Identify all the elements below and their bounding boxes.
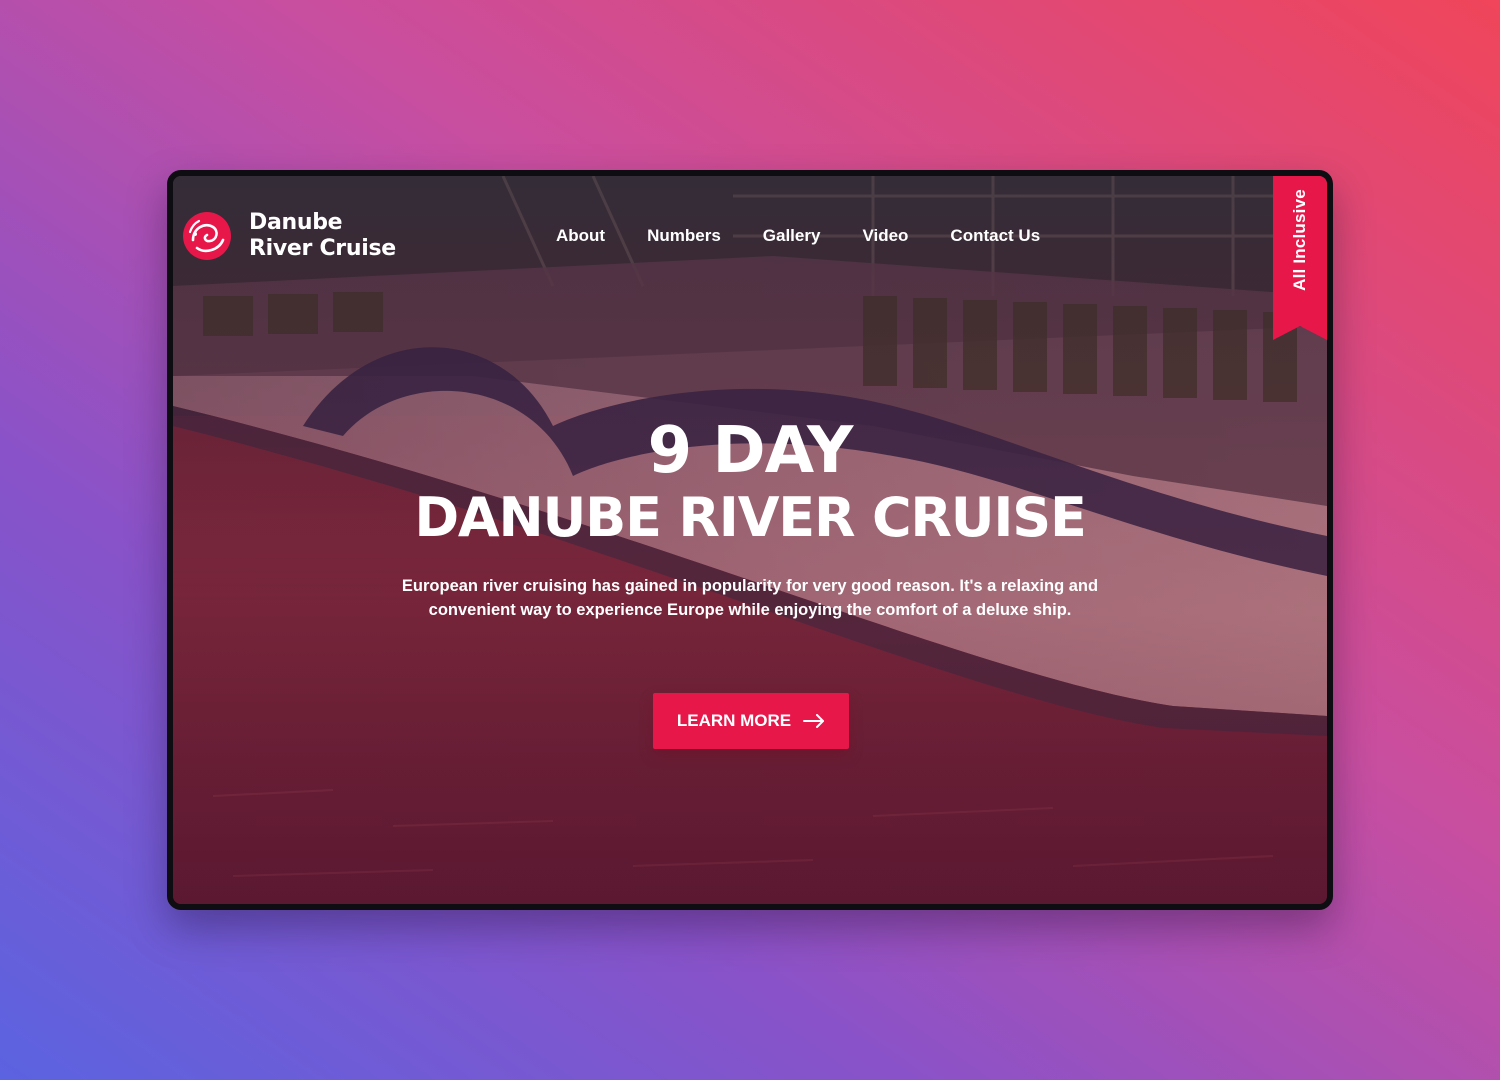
brand[interactable]: Danube River Cruise (181, 210, 409, 262)
arrow-right-icon (803, 714, 825, 728)
nav-item-numbers[interactable]: Numbers (647, 226, 721, 246)
nav-item-gallery[interactable]: Gallery (763, 226, 821, 246)
nav-item-about[interactable]: About (556, 226, 605, 246)
hero-content: 9 DAY DANUBE RIVER CRUISE European river… (173, 416, 1327, 622)
website-window: Danube River Cruise About Numbers Galler… (167, 170, 1333, 910)
hero-title-top: 9 DAY (647, 414, 854, 488)
brand-name: Danube River Cruise (249, 210, 396, 261)
learn-more-button[interactable]: LEARN MORE (653, 693, 849, 749)
nav-item-video[interactable]: Video (862, 226, 908, 246)
swirl-globe-icon (183, 212, 231, 260)
main-nav: About Numbers Gallery Video Contact Us (556, 226, 1082, 246)
hero-description: European river cruising has gained in po… (401, 577, 1099, 619)
all-inclusive-ribbon: All Inclusive (1273, 176, 1327, 340)
ribbon-label: All Inclusive (1290, 189, 1309, 291)
hero-title-main: DANUBE RIVER CRUISE (414, 486, 1087, 549)
learn-more-label: LEARN MORE (676, 711, 792, 730)
nav-item-contact-us[interactable]: Contact Us (950, 226, 1040, 246)
site-header: Danube River Cruise About Numbers Galler… (173, 176, 1327, 340)
